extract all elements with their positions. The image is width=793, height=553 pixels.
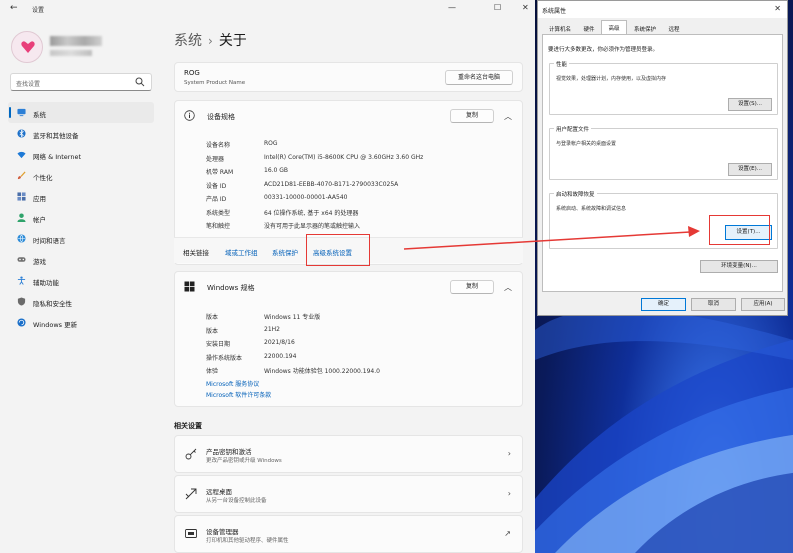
annotation-arrow [403,226,700,250]
